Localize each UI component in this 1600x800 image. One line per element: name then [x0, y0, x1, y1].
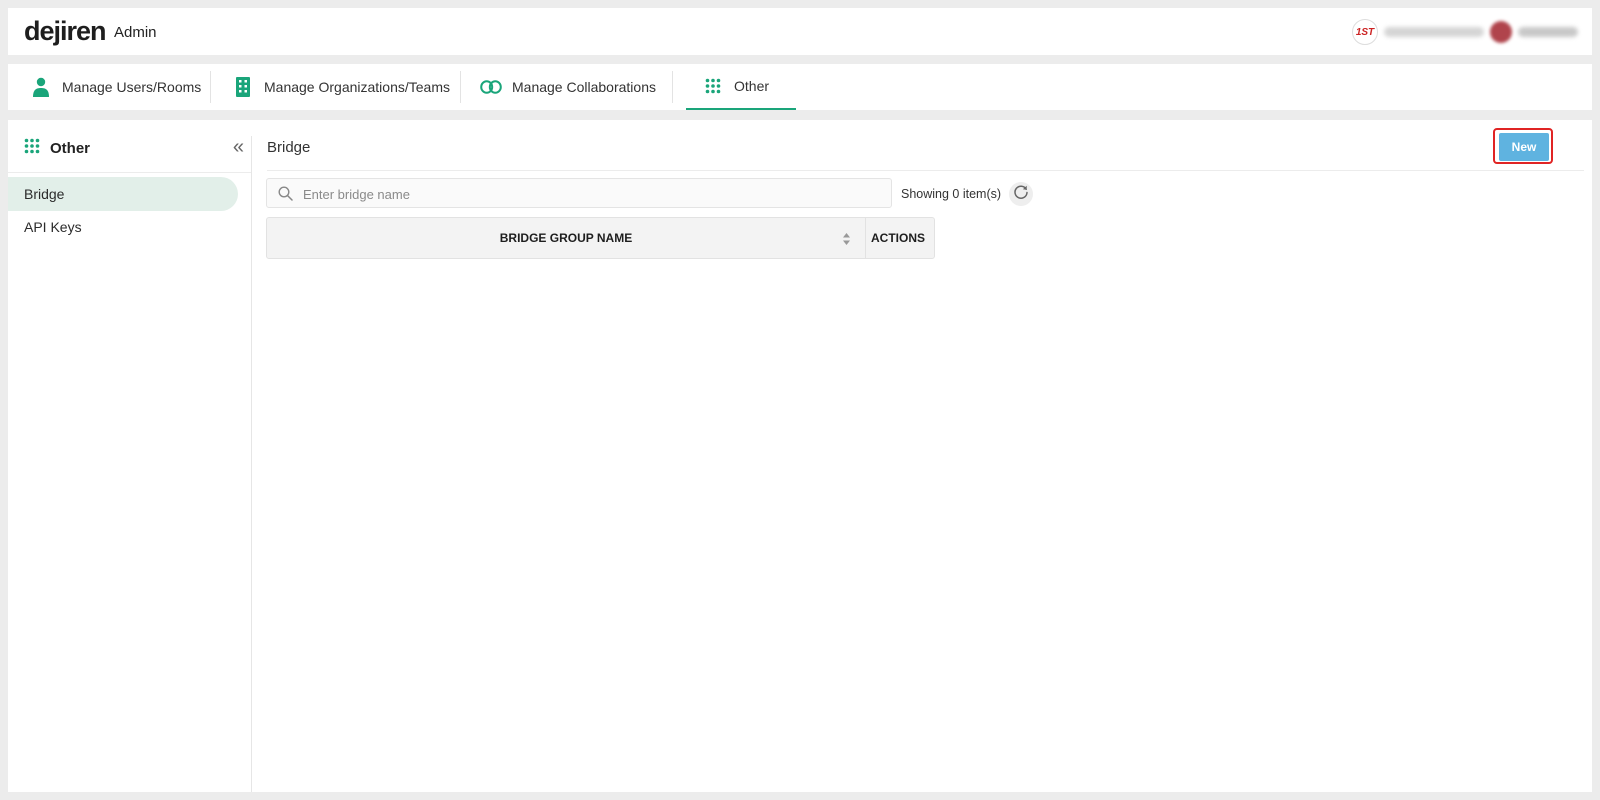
company-badge: 1ST — [1352, 19, 1378, 45]
sidebar-item-api-keys[interactable]: API Keys — [8, 210, 238, 244]
redacted-info — [1384, 27, 1484, 37]
grid-dots-icon — [702, 75, 724, 97]
tab-manage-organizations-teams[interactable]: Manage Organizations/Teams — [232, 64, 450, 110]
tab-divider — [460, 71, 461, 103]
column-header-actions: ACTIONS — [871, 231, 925, 245]
app-header: dejiren Admin 1ST — [8, 8, 1592, 55]
link-icon — [480, 76, 502, 98]
sidebar-border — [251, 136, 252, 792]
main-panel: Other « Bridge API Keys Bridge New Showi… — [8, 120, 1592, 792]
grid-dots-icon — [24, 138, 40, 159]
double-chevron-left-icon[interactable]: « — [233, 137, 244, 157]
column-header-label: BRIDGE GROUP NAME — [499, 231, 633, 245]
app-name: Admin — [114, 24, 157, 41]
user-icon — [30, 76, 52, 98]
tab-label: Other — [734, 78, 770, 94]
refresh-icon — [1013, 184, 1029, 205]
bridge-table: BRIDGE GROUP NAME ACTIONS — [266, 217, 935, 259]
column-header-bridge-group-name[interactable]: BRIDGE GROUP NAME — [267, 218, 866, 258]
title-divider — [267, 170, 1584, 171]
page-title: Bridge — [267, 139, 311, 156]
tab-divider — [672, 71, 673, 103]
search-icon — [278, 186, 293, 206]
refresh-button[interactable] — [1009, 182, 1033, 206]
tab-other[interactable]: Other — [686, 64, 796, 110]
item-count: Showing 0 item(s) — [901, 187, 1002, 201]
top-navigation: Manage Users/Rooms Manage Organizations/… — [8, 64, 1592, 110]
new-button[interactable]: New — [1499, 133, 1549, 161]
sidebar-title: Other — [50, 139, 91, 157]
sidebar-divider — [8, 172, 251, 173]
tab-manage-collaborations[interactable]: Manage Collaborations — [480, 64, 656, 110]
sidebar-header: Other « — [24, 136, 244, 160]
avatar[interactable] — [1490, 21, 1512, 43]
search-field[interactable] — [266, 178, 892, 208]
tab-manage-users-rooms[interactable]: Manage Users/Rooms — [30, 64, 201, 110]
tab-label: Manage Collaborations — [512, 79, 656, 95]
sort-icon[interactable] — [842, 232, 851, 249]
sidebar-item-bridge[interactable]: Bridge — [8, 177, 238, 211]
tab-label: Manage Organizations/Teams — [264, 79, 450, 95]
dejiren-logo[interactable]: dejiren — [24, 16, 107, 47]
redacted-username — [1518, 27, 1578, 37]
building-icon — [232, 76, 254, 98]
search-input[interactable] — [301, 183, 885, 205]
tab-label: Manage Users/Rooms — [62, 79, 202, 95]
user-area[interactable]: 1ST — [1352, 19, 1578, 45]
tab-divider — [210, 71, 211, 103]
